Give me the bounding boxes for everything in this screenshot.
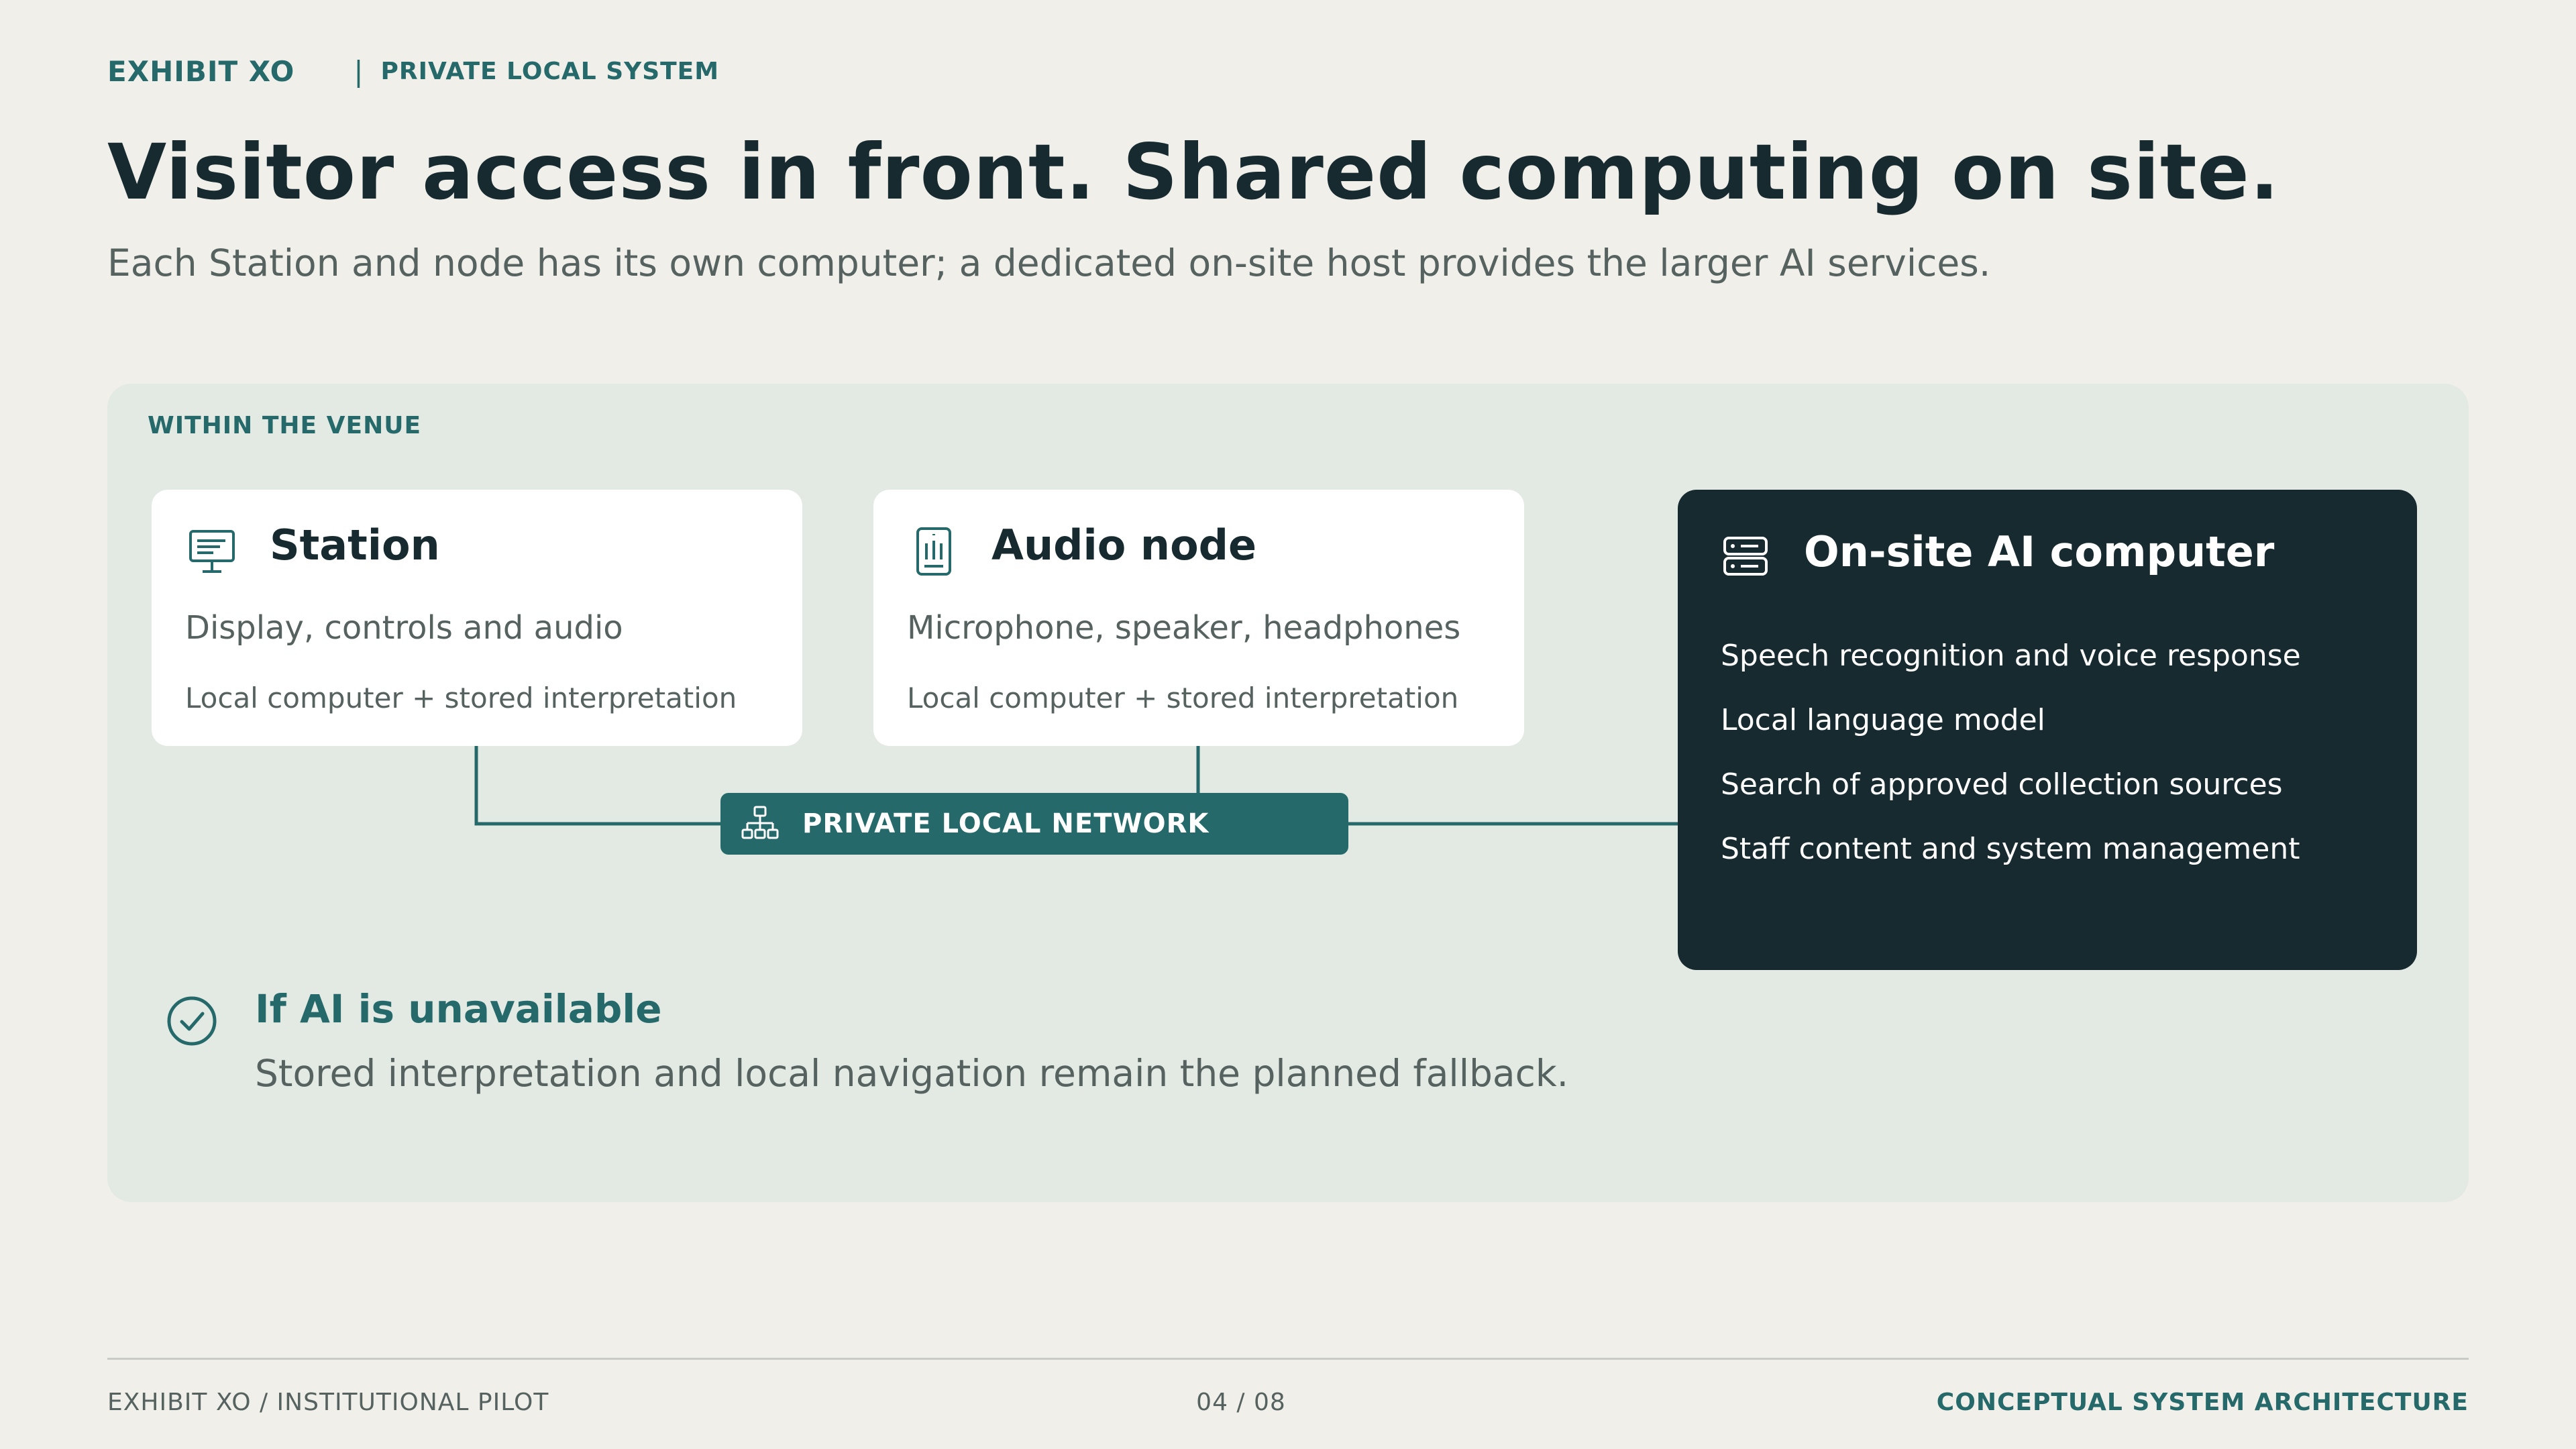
audio-node-title: Audio node xyxy=(991,521,1257,570)
server-icon xyxy=(1723,537,1768,576)
list-item: Speech recognition and voice response xyxy=(1721,639,2301,673)
fallback-title: If AI is unavailable xyxy=(255,986,662,1032)
ai-computer-card: On-site AI computer Speech recognition a… xyxy=(1678,490,2417,970)
monitor-icon xyxy=(189,530,235,573)
network-label: PRIVATE LOCAL NETWORK xyxy=(802,808,1210,839)
list-item: Staff content and system management xyxy=(1721,832,2300,866)
audio-node-card: Audio node Microphone, speaker, headphon… xyxy=(873,490,1524,746)
audio-node-description: Microphone, speaker, headphones xyxy=(907,609,1461,647)
brand-label: EXHIBIT XO xyxy=(107,55,295,88)
network-icon xyxy=(741,806,779,839)
list-item: Local language model xyxy=(1721,703,2045,737)
ai-computer-title: On-site AI computer xyxy=(1804,527,2275,576)
page-subtitle: Each Station and node has its own comput… xyxy=(107,241,1991,284)
fallback-text: Stored interpretation and local navigati… xyxy=(255,1052,1569,1095)
station-connector xyxy=(474,746,720,826)
section-label: PRIVATE LOCAL SYSTEM xyxy=(380,58,720,85)
station-card: Station Display, controls and audio Loca… xyxy=(152,490,802,746)
footer-section: CONCEPTUAL SYSTEM ARCHITECTURE xyxy=(1936,1389,2469,1416)
eyebrow: EXHIBIT XO | PRIVATE LOCAL SYSTEM xyxy=(107,55,719,88)
slide: EXHIBIT XO | PRIVATE LOCAL SYSTEM Visito… xyxy=(0,0,2576,1449)
page-title: Visitor access in front. Shared computin… xyxy=(107,127,2280,217)
audio-node-note: Local computer + stored interpretation xyxy=(907,682,1459,714)
station-description: Display, controls and audio xyxy=(185,609,623,647)
station-title: Station xyxy=(270,521,440,570)
ai-services-list: Speech recognition and voice response Lo… xyxy=(1721,637,2301,895)
footer-divider xyxy=(107,1358,2469,1360)
private-network-bar: PRIVATE LOCAL NETWORK xyxy=(720,793,1348,855)
audio-device-icon xyxy=(916,527,951,576)
check-circle-icon xyxy=(167,996,217,1046)
station-note: Local computer + stored interpretation xyxy=(185,682,737,714)
venue-panel: WITHIN THE VENUE Station Display, contro… xyxy=(107,384,2469,1202)
eyebrow-separator: | xyxy=(354,55,364,88)
list-item: Search of approved collection sources xyxy=(1721,767,2283,802)
venue-label: WITHIN THE VENUE xyxy=(148,412,422,439)
